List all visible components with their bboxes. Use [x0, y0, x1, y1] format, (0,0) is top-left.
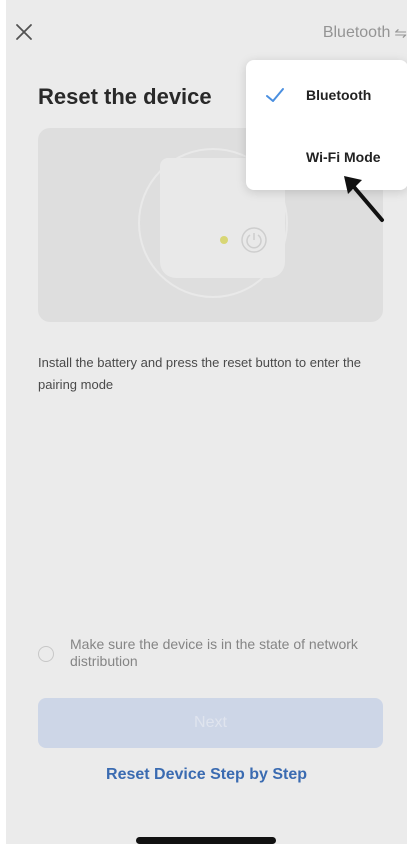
pairing-screen: Bluetooth ⇋ Reset the device Install the… — [6, 0, 407, 844]
cursor-arrow-icon — [344, 176, 384, 222]
power-icon — [241, 227, 267, 253]
mode-toggle-label: Bluetooth — [322, 24, 391, 41]
mode-dropdown: Bluetooth Wi-Fi Mode — [246, 60, 407, 190]
dropdown-item-bluetooth[interactable]: Bluetooth — [246, 70, 407, 120]
page-title: Reset the device — [38, 84, 212, 109]
swap-icon: ⇋ — [394, 25, 407, 42]
confirm-row[interactable]: Make sure the device is in the state of … — [38, 636, 388, 670]
confirm-radio[interactable] — [38, 646, 54, 662]
check-icon — [266, 88, 284, 102]
led-indicator — [220, 236, 228, 244]
dropdown-item-label: Wi-Fi Mode — [306, 149, 381, 165]
close-button[interactable] — [12, 20, 36, 44]
dropdown-item-label: Bluetooth — [306, 87, 372, 103]
next-button[interactable]: Next — [38, 698, 383, 748]
reset-device-link[interactable]: Reset Device Step by Step — [6, 766, 407, 784]
close-icon — [16, 24, 32, 40]
home-indicator — [136, 837, 276, 844]
confirm-text: Make sure the device is in the state of … — [70, 636, 358, 669]
instruction-text: Install the battery and press the reset … — [38, 355, 362, 392]
mode-toggle[interactable]: Bluetooth ⇋ — [323, 22, 407, 44]
